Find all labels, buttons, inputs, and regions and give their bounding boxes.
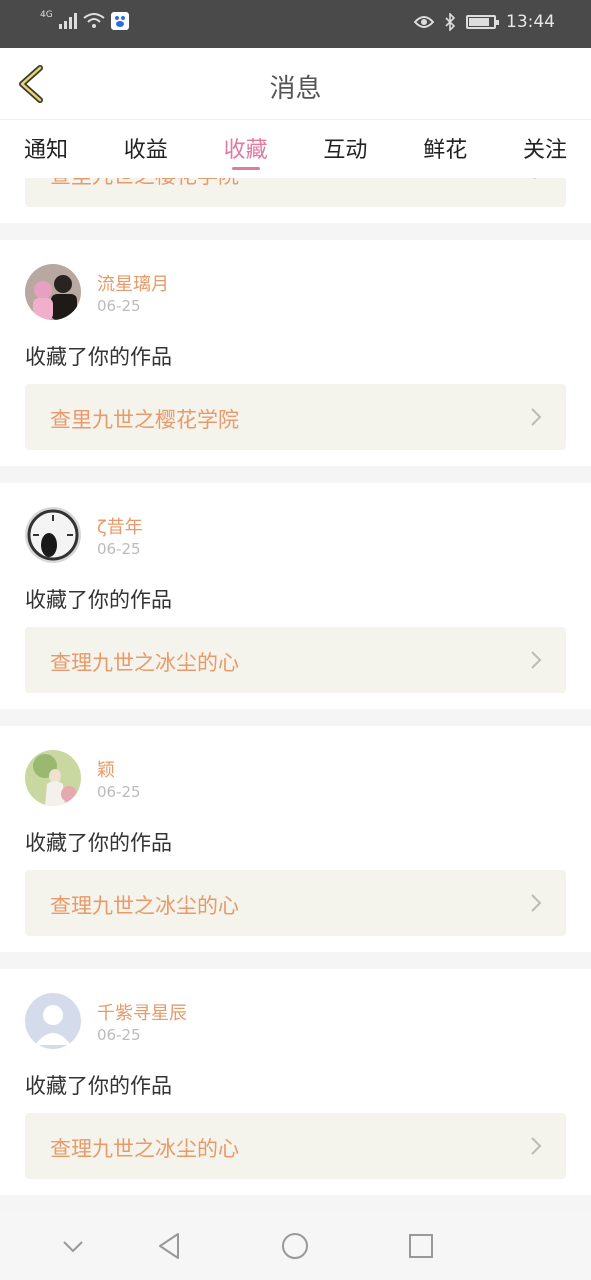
work-title: 查里九世之樱花学院 bbox=[50, 408, 239, 432]
system-nav-bar bbox=[0, 1212, 591, 1280]
wifi-icon bbox=[83, 13, 105, 28]
battery-icon bbox=[466, 15, 499, 29]
bluetooth-icon bbox=[445, 13, 456, 31]
recents-square-icon[interactable] bbox=[408, 1233, 434, 1259]
work-title: 查理九世之冰尘的心 bbox=[50, 894, 239, 918]
user-name[interactable]: 千紫寻星辰 bbox=[97, 999, 187, 1025]
eye-icon bbox=[414, 16, 434, 28]
date: 06-25 bbox=[97, 1026, 141, 1044]
hide-keyboard-icon[interactable] bbox=[62, 1240, 84, 1254]
baidu-app-icon bbox=[110, 12, 129, 30]
tab-interactions[interactable]: 互动 bbox=[323, 120, 367, 178]
list-item: 千紫寻星辰 06-25 收藏了你的作品 查理九世之冰尘的心 bbox=[0, 969, 591, 1195]
avatar[interactable] bbox=[25, 750, 81, 806]
action-text: 收藏了你的作品 bbox=[25, 1074, 172, 1098]
work-link[interactable]: 查里九世之樱花学院 › bbox=[25, 178, 566, 207]
avatar-photo bbox=[25, 507, 81, 563]
network-type: 4G bbox=[40, 10, 53, 20]
avatar[interactable] bbox=[25, 993, 81, 1049]
tab-notifications[interactable]: 通知 bbox=[24, 120, 68, 178]
action-text: 收藏了你的作品 bbox=[25, 345, 172, 369]
avatar-photo bbox=[25, 750, 81, 806]
action-text: 收藏了你的作品 bbox=[25, 588, 172, 612]
favorites-feed: 查里九世之樱花学院 › 流星璃月 06-25 收藏了你的作品 查里九世之樱花学院 bbox=[0, 178, 591, 1212]
date: 06-25 bbox=[97, 540, 141, 558]
action-text: 收藏了你的作品 bbox=[25, 831, 172, 855]
clock: 13:44 bbox=[506, 12, 555, 32]
status-bar: 4G 13:44 bbox=[0, 0, 591, 48]
tab-earnings[interactable]: 收益 bbox=[124, 120, 168, 178]
tab-flowers[interactable]: 鲜花 bbox=[423, 120, 467, 178]
default-avatar-icon bbox=[25, 993, 81, 1049]
list-item: 流星璃月 06-25 收藏了你的作品 查里九世之樱花学院 bbox=[0, 240, 591, 466]
chevron-right-icon bbox=[531, 1137, 542, 1155]
date: 06-25 bbox=[97, 783, 141, 801]
work-link[interactable]: 查理九世之冰尘的心 bbox=[25, 870, 566, 936]
user-name[interactable]: ζ昔年 bbox=[97, 513, 143, 539]
work-link[interactable]: 查里九世之樱花学院 bbox=[25, 384, 566, 450]
home-circle-icon[interactable] bbox=[281, 1232, 309, 1260]
work-title: 查理九世之冰尘的心 bbox=[50, 1137, 239, 1161]
chevron-right-icon bbox=[531, 894, 542, 912]
app-header: 消息 bbox=[0, 48, 591, 120]
user-name[interactable]: 流星璃月 bbox=[97, 270, 169, 296]
work-link[interactable]: 查理九世之冰尘的心 bbox=[25, 627, 566, 693]
chevron-right-icon bbox=[531, 651, 542, 669]
list-item: 颖 06-25 收藏了你的作品 查理九世之冰尘的心 bbox=[0, 726, 591, 952]
work-title: 查理九世之冰尘的心 bbox=[50, 651, 239, 675]
page-title: 消息 bbox=[269, 74, 322, 104]
signal-icon bbox=[58, 13, 77, 29]
back-triangle-icon[interactable] bbox=[156, 1232, 182, 1260]
tab-follows[interactable]: 关注 bbox=[523, 120, 567, 178]
tab-favorites[interactable]: 收藏 bbox=[224, 120, 268, 178]
date: 06-25 bbox=[97, 297, 141, 315]
avatar[interactable] bbox=[25, 264, 81, 320]
chevron-right-icon: › bbox=[532, 178, 541, 187]
message-tabs: 通知 收益 收藏 互动 鲜花 关注 bbox=[0, 120, 591, 178]
list-item: 查里九世之樱花学院 › bbox=[0, 178, 591, 223]
work-title: 查里九世之樱花学院 bbox=[50, 178, 239, 190]
list-item: ζ昔年 06-25 收藏了你的作品 查理九世之冰尘的心 bbox=[0, 483, 591, 709]
chevron-right-icon bbox=[531, 408, 542, 426]
work-link[interactable]: 查理九世之冰尘的心 bbox=[25, 1113, 566, 1179]
status-icons-right: 13:44 bbox=[414, 12, 555, 32]
user-name[interactable]: 颖 bbox=[97, 756, 115, 782]
status-icons-left: 4G bbox=[40, 10, 129, 30]
avatar[interactable] bbox=[25, 507, 81, 563]
avatar-photo bbox=[25, 264, 81, 320]
